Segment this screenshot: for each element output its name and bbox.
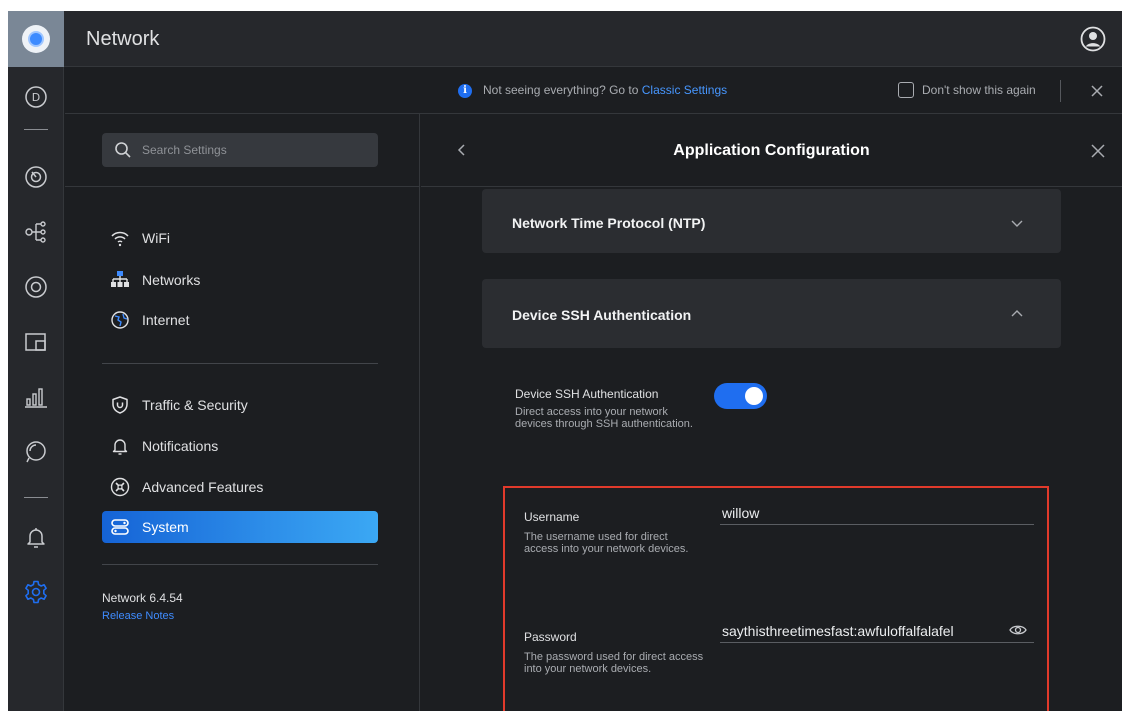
insights-icon[interactable] bbox=[23, 384, 49, 410]
settings-icon[interactable] bbox=[23, 579, 49, 605]
notice-message: Not seeing everything? Go to Classic Set… bbox=[483, 83, 727, 97]
search-box bbox=[102, 133, 378, 167]
chevron-down-icon[interactable] bbox=[1009, 215, 1025, 231]
settings-sidebar: WiFi Networks Internet bbox=[65, 114, 420, 711]
statistics-icon[interactable] bbox=[23, 329, 49, 355]
app-version: Network 6.4.54 bbox=[102, 591, 183, 605]
sidebar-divider bbox=[102, 363, 378, 364]
wifi-icon bbox=[111, 231, 129, 247]
application-configuration-panel: Application Configuration Network Time P… bbox=[421, 114, 1122, 711]
username-label: Username bbox=[524, 510, 580, 524]
password-label: Password bbox=[524, 630, 577, 644]
svg-text:D: D bbox=[32, 91, 40, 104]
rail-separator bbox=[24, 497, 48, 498]
radar-icon[interactable] bbox=[23, 439, 49, 465]
show-password-eye-icon[interactable] bbox=[1009, 623, 1027, 637]
app-title: Network bbox=[86, 28, 160, 50]
sidebar-item-notifications[interactable]: Notifications bbox=[102, 430, 378, 462]
password-description: The password used for direct access into… bbox=[524, 651, 704, 675]
username-description: The username used for direct access into… bbox=[524, 531, 689, 555]
dont-show-again[interactable]: Don't show this again bbox=[898, 82, 1036, 98]
ssh-auth-label: Device SSH Authentication bbox=[515, 387, 659, 401]
notice-divider bbox=[1060, 80, 1061, 102]
rail-separator bbox=[24, 129, 48, 130]
devices-icon[interactable] bbox=[23, 164, 49, 190]
dont-show-label: Don't show this again bbox=[922, 83, 1036, 97]
advanced-features-icon bbox=[110, 477, 130, 497]
password-input[interactable] bbox=[720, 619, 1034, 643]
username-input[interactable] bbox=[720, 501, 1034, 525]
info-icon: i bbox=[458, 84, 472, 98]
sidebar-item-label: Internet bbox=[142, 312, 190, 328]
panel-header: Application Configuration bbox=[421, 114, 1122, 187]
shield-icon bbox=[112, 396, 128, 414]
release-notes-link[interactable]: Release Notes bbox=[102, 610, 174, 622]
top-bar: Network bbox=[8, 11, 1122, 67]
sidebar-item-system[interactable]: System bbox=[102, 511, 378, 543]
app-rail: D bbox=[8, 67, 64, 711]
clients-icon[interactable] bbox=[23, 274, 49, 300]
sidebar-item-traffic-security[interactable]: Traffic & Security bbox=[102, 389, 378, 421]
app-logo[interactable] bbox=[8, 11, 64, 67]
dashboard-icon[interactable]: D bbox=[23, 84, 49, 110]
dont-show-checkbox[interactable] bbox=[898, 82, 914, 98]
networks-icon bbox=[111, 271, 129, 287]
system-icon bbox=[111, 519, 129, 535]
sidebar-item-label: Traffic & Security bbox=[142, 397, 248, 413]
notice-text: Not seeing everything? Go to bbox=[483, 83, 642, 97]
sidebar-item-label: System bbox=[142, 519, 189, 535]
search-input[interactable] bbox=[142, 133, 372, 167]
ssh-auth-toggle[interactable] bbox=[714, 383, 767, 409]
sidebar-divider bbox=[102, 564, 378, 565]
notice-bar: i Not seeing everything? Go to Classic S… bbox=[65, 68, 1122, 114]
close-panel-icon[interactable] bbox=[1089, 142, 1107, 160]
user-account-icon[interactable] bbox=[1080, 26, 1106, 52]
sidebar-item-wifi[interactable]: WiFi bbox=[102, 222, 378, 254]
chevron-up-icon[interactable] bbox=[1009, 306, 1025, 322]
search-icon bbox=[115, 142, 131, 158]
panel-title: Application Configuration bbox=[673, 142, 870, 159]
internet-icon bbox=[111, 311, 129, 329]
section-title: Network Time Protocol (NTP) bbox=[512, 215, 706, 231]
app-window: Network D i Not seeing everything? Go to… bbox=[8, 11, 1122, 711]
close-notice-icon[interactable] bbox=[1087, 81, 1107, 101]
logo-icon bbox=[22, 25, 50, 53]
sidebar-item-advanced-features[interactable]: Advanced Features bbox=[102, 471, 378, 503]
section-title: Device SSH Authentication bbox=[512, 307, 692, 323]
ntp-section[interactable]: Network Time Protocol (NTP) bbox=[482, 189, 1061, 253]
sidebar-item-label: Notifications bbox=[142, 438, 219, 454]
sidebar-item-label: Advanced Features bbox=[142, 479, 264, 495]
sidebar-item-label: Networks bbox=[142, 272, 201, 288]
alerts-icon[interactable] bbox=[23, 524, 49, 550]
topology-icon[interactable] bbox=[23, 219, 49, 245]
sidebar-item-networks[interactable]: Networks bbox=[102, 264, 378, 296]
sidebar-item-internet[interactable]: Internet bbox=[102, 304, 378, 336]
classic-settings-link[interactable]: Classic Settings bbox=[642, 83, 727, 97]
toggle-knob bbox=[745, 387, 763, 405]
ssh-auth-description: Direct access into your network devices … bbox=[515, 406, 693, 430]
bell-icon bbox=[112, 439, 128, 455]
sidebar-item-label: WiFi bbox=[142, 230, 170, 246]
sidebar-top-divider bbox=[65, 186, 419, 187]
device-ssh-section[interactable]: Device SSH Authentication bbox=[482, 279, 1061, 348]
